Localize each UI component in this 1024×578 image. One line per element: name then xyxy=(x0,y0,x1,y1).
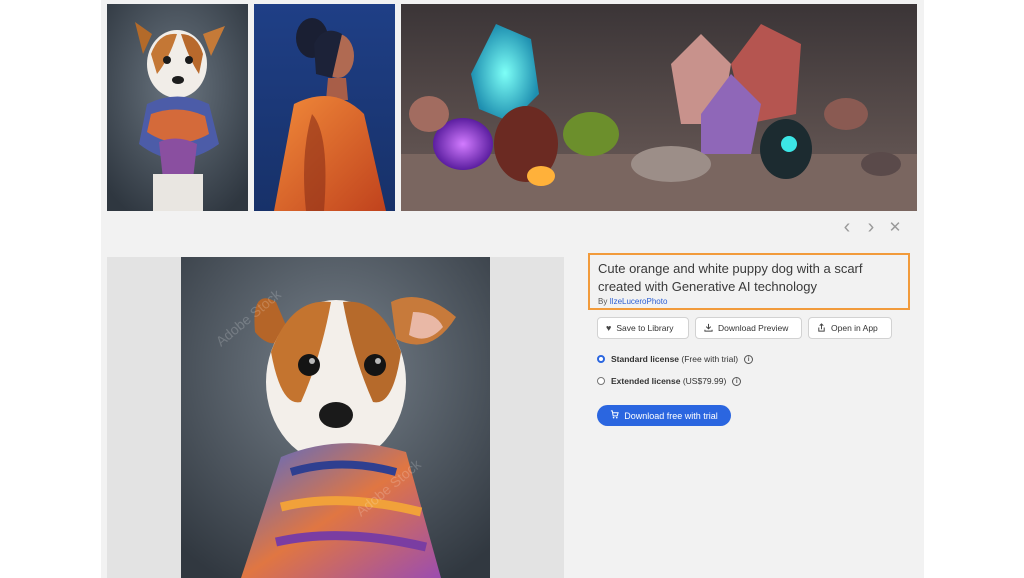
previous-button[interactable]: ‹ xyxy=(838,215,856,238)
heart-icon: ♥ xyxy=(606,323,612,333)
standard-license-detail: (Free with trial) xyxy=(681,354,739,364)
download-free-trial-button[interactable]: Download free with trial xyxy=(597,405,731,426)
next-button[interactable]: › xyxy=(862,215,880,238)
share-icon xyxy=(817,322,826,334)
standard-license-option[interactable]: Standard license (Free with trial) i xyxy=(597,354,754,364)
cta-label: Download free with trial xyxy=(624,410,718,421)
extended-license-detail: (US$79.99) xyxy=(682,376,727,386)
author-line: By IlzeLuceroPhoto xyxy=(598,297,900,306)
author-link[interactable]: IlzeLuceroPhoto xyxy=(610,297,668,306)
extended-license-name: Extended license xyxy=(611,376,681,386)
download-preview-button[interactable]: Download Preview xyxy=(695,317,802,339)
info-icon[interactable]: i xyxy=(744,354,754,364)
save-label: Save to Library xyxy=(616,323,674,333)
standard-license-name: Standard license xyxy=(611,354,680,364)
open-in-app-button[interactable]: Open in App xyxy=(808,317,892,339)
close-button[interactable]: ✕ xyxy=(886,218,904,236)
standard-license-radio[interactable] xyxy=(597,355,605,363)
thumbnail-crystals[interactable] xyxy=(401,4,917,211)
chevron-left-icon: ‹ xyxy=(843,215,851,238)
asset-title-box: Cute orange and white puppy dog with a s… xyxy=(588,253,910,310)
download-icon xyxy=(704,323,713,334)
extended-license-option[interactable]: Extended license (US$79.99) i xyxy=(597,376,742,386)
save-to-library-button[interactable]: ♥ Save to Library xyxy=(597,317,689,339)
extended-license-radio[interactable] xyxy=(597,377,605,385)
thumbnail-puppy[interactable] xyxy=(107,4,248,211)
close-icon: ✕ xyxy=(888,219,902,236)
preview-image[interactable]: Adobe Stock Adobe Stock xyxy=(181,257,490,578)
thumbnail-woman[interactable] xyxy=(254,4,395,211)
info-icon[interactable]: i xyxy=(732,376,742,386)
chevron-right-icon: › xyxy=(867,215,875,238)
asset-title: Cute orange and white puppy dog with a s… xyxy=(598,261,863,294)
cart-icon xyxy=(610,410,619,421)
open-in-app-label: Open in App xyxy=(831,323,878,333)
download-preview-label: Download Preview xyxy=(718,323,789,333)
by-label: By xyxy=(598,297,608,306)
